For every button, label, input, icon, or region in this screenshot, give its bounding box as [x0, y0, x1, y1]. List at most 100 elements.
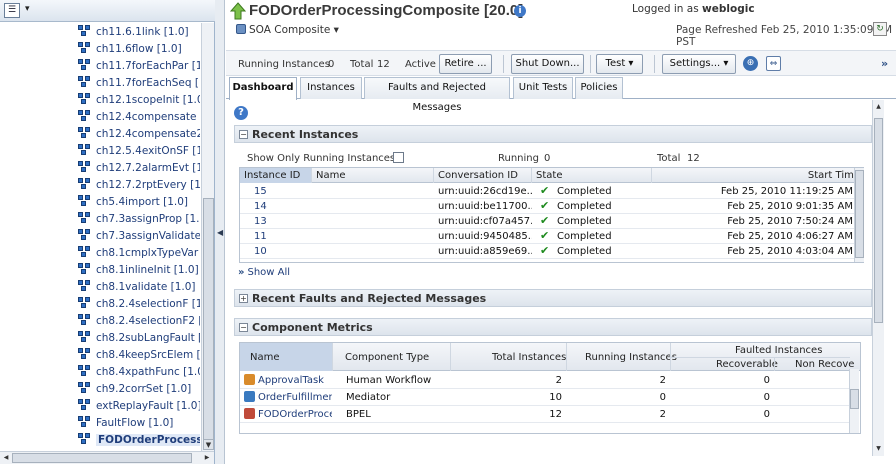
tree-hscroll-thumb[interactable]	[12, 453, 192, 463]
tree-item[interactable]: ch8.2subLangFault [1.0]	[78, 330, 200, 347]
tree-item[interactable]: ch7.3assignValidate [1.0]	[78, 228, 200, 245]
pane-splitter[interactable]: ◀	[215, 0, 225, 464]
table-row[interactable]: ApprovalTask Human Workflow 2 2 0	[240, 372, 852, 389]
instances-table-scrollbar[interactable]	[854, 168, 864, 262]
table-row[interactable]: OrderFulfillment Mediator 10 0 0	[240, 389, 852, 406]
export-icon[interactable]: ⇔	[766, 56, 781, 71]
tree-scroll-down-icon[interactable]: ▼	[203, 439, 214, 450]
column-start-time[interactable]: Start Time	[652, 168, 863, 183]
tree-item[interactable]: extReplayFault [1.0]	[78, 398, 200, 415]
tree-item[interactable]: ch9.2corrSet [1.0]	[78, 381, 191, 398]
soa-composite-menu[interactable]: SOA Composite ▾	[236, 24, 339, 36]
tree-item[interactable]: ch8.1inlineInit [1.0]	[78, 262, 199, 279]
component-name[interactable]: ApprovalTask	[258, 375, 324, 386]
tree-item[interactable]: ch12.1scopeInit [1.0]	[78, 92, 200, 109]
main-scroll-up-icon[interactable]: ▲	[873, 102, 884, 112]
view-menu-icon[interactable]: ☰	[4, 3, 20, 18]
tree-item[interactable]: ch11.7forEachPar [1.0]	[78, 58, 200, 75]
instances-scroll-thumb[interactable]	[855, 170, 864, 258]
component-name[interactable]: OrderFulfillment	[258, 392, 332, 403]
tree-item[interactable]: ch12.4compensate [1.0]	[78, 109, 200, 126]
test-button[interactable]: Test ▾	[596, 54, 643, 74]
main-scroll-down-icon[interactable]: ▼	[873, 444, 884, 454]
column-running-instances[interactable]: Running Instances	[585, 352, 677, 363]
component-metrics-header[interactable]: − Component Metrics	[234, 318, 872, 336]
column-faulted-instances[interactable]: Faulted Instances	[735, 345, 822, 356]
tree-item[interactable]: ch8.4keepSrcElem [1.0]	[78, 347, 200, 364]
metrics-scroll-thumb[interactable]	[850, 389, 859, 409]
tab-policies[interactable]: Policies	[575, 77, 623, 99]
globe-icon[interactable]: ⊕	[743, 56, 758, 71]
view-menu-caret-icon[interactable]: ▾	[25, 4, 30, 14]
column-non-recoverable[interactable]: Non Recove	[795, 359, 854, 370]
column-component-type[interactable]: Component Type	[345, 352, 429, 363]
shut-down-button[interactable]: Shut Down...	[511, 54, 584, 74]
tree-item[interactable]: ch8.2.4selectionF [1.0]	[78, 296, 200, 313]
main-vertical-scrollbar[interactable]: ▲ ▼	[872, 100, 884, 456]
collapse-icon[interactable]: −	[239, 323, 248, 332]
table-row[interactable]: 14 urn:uuid:be11700... ✔ Completed Feb 25, 2…	[240, 199, 863, 214]
tree-item[interactable]: ch8.1validate [1.0]	[78, 279, 196, 296]
tree-scroll-right-icon[interactable]: ▶	[202, 453, 212, 463]
table-row[interactable]: 11 urn:uuid:9450485... ✔ Completed Feb 25, 2…	[240, 229, 863, 244]
tree-item[interactable]: ch5.4import [1.0]	[78, 194, 188, 211]
tree-item[interactable]: FaultFlow [1.0]	[78, 415, 173, 432]
tab-faults-rejected[interactable]: Faults and Rejected Messages	[364, 77, 510, 113]
tab-unit-tests[interactable]: Unit Tests	[513, 77, 573, 99]
table-row[interactable]: 15 urn:uuid:26cd19e... ✔ Completed Feb 25, 2…	[240, 184, 863, 199]
component-name[interactable]: FODOrderProces	[258, 409, 332, 420]
instance-id-link-cell[interactable]: 11	[240, 229, 312, 244]
tree-item[interactable]: ch8.1cmplxTypeVar [1.0]	[78, 245, 200, 262]
tab-dashboard[interactable]: Dashboard	[229, 77, 297, 100]
column-name[interactable]: Name	[312, 168, 434, 183]
table-row[interactable]: FODOrderProces BPEL 12 2 0	[240, 406, 852, 423]
main-scroll-thumb[interactable]	[874, 118, 883, 323]
instance-id-link[interactable]: 11	[254, 231, 267, 242]
component-name-cell[interactable]: ApprovalTask	[240, 372, 332, 389]
column-total-instances[interactable]: Total Instances	[492, 352, 566, 363]
tree-item[interactable]: ch8.4xpathFunc [1.0]	[78, 364, 200, 381]
instance-id-link[interactable]: 10	[254, 246, 267, 257]
column-recoverable[interactable]: Recoverable	[716, 359, 778, 370]
tree-item[interactable]: ch12.7.2alarmEvt [1.0]	[78, 160, 200, 177]
instance-id-link-cell[interactable]: 15	[240, 184, 312, 199]
component-name-cell[interactable]: FODOrderProces	[240, 406, 332, 423]
help-icon[interactable]: ?	[234, 106, 248, 120]
refresh-icon[interactable]: ↻	[873, 22, 887, 36]
tree-scroll-left-icon[interactable]: ◀	[1, 453, 11, 463]
recent-instances-header[interactable]: − Recent Instances	[234, 125, 872, 143]
settings-button[interactable]: Settings... ▾	[662, 54, 736, 74]
instance-id-link-cell[interactable]: 13	[240, 214, 312, 229]
column-instance-id[interactable]: Instance ID	[240, 168, 312, 183]
show-only-running-checkbox[interactable]	[393, 152, 404, 163]
tree-item[interactable]: ch11.6flow [1.0]	[78, 41, 182, 58]
tree-item[interactable]: ch12.4compensate2 [1.0]	[78, 126, 200, 143]
collapse-pane-icon[interactable]: ◀	[217, 228, 223, 238]
tree-item[interactable]: ch11.6.1link [1.0]	[78, 24, 189, 41]
collapse-icon[interactable]: −	[239, 130, 248, 139]
column-state[interactable]: State	[532, 168, 652, 183]
tab-instances[interactable]: Instances	[300, 77, 362, 99]
metrics-table-scrollbar[interactable]	[849, 369, 859, 433]
tree-item[interactable]: ch12.7.2rptEvery [1.0]	[78, 177, 200, 194]
show-all-link[interactable]: » Show All	[238, 267, 290, 278]
tree-item[interactable]: FODOrderProcessing	[78, 432, 200, 449]
tree-item[interactable]: ch8.2.4selectionF2 [1.0]	[78, 313, 200, 330]
instance-id-link[interactable]: 13	[254, 216, 267, 227]
tree-item[interactable]: ch7.3assignProp [1.0]	[78, 211, 200, 228]
instance-id-link-cell[interactable]: 10	[240, 244, 312, 259]
tree-scroll-thumb[interactable]	[203, 198, 214, 443]
retire-button[interactable]: Retire ...	[439, 54, 492, 74]
tree-item[interactable]: ch11.7forEachSeq [1.0]	[78, 75, 200, 92]
table-row[interactable]: 10 urn:uuid:a859e69... ✔ Completed Feb 25, 2…	[240, 244, 863, 259]
instance-id-link-cell[interactable]: 14	[240, 199, 312, 214]
tree-vertical-scrollbar[interactable]: ▼	[201, 23, 214, 451]
instance-id-link[interactable]: 15	[254, 186, 267, 197]
expand-icon[interactable]: +	[239, 294, 248, 303]
tree-horizontal-scrollbar[interactable]: ◀ ▶	[0, 451, 214, 464]
more-actions-icon[interactable]: »	[881, 57, 888, 70]
column-conversation-id[interactable]: Conversation ID	[434, 168, 532, 183]
instance-id-link[interactable]: 14	[254, 201, 267, 212]
table-row[interactable]: 13 urn:uuid:cf07a457... ✔ Completed Feb 25, …	[240, 214, 863, 229]
column-name[interactable]: Name	[250, 352, 280, 363]
